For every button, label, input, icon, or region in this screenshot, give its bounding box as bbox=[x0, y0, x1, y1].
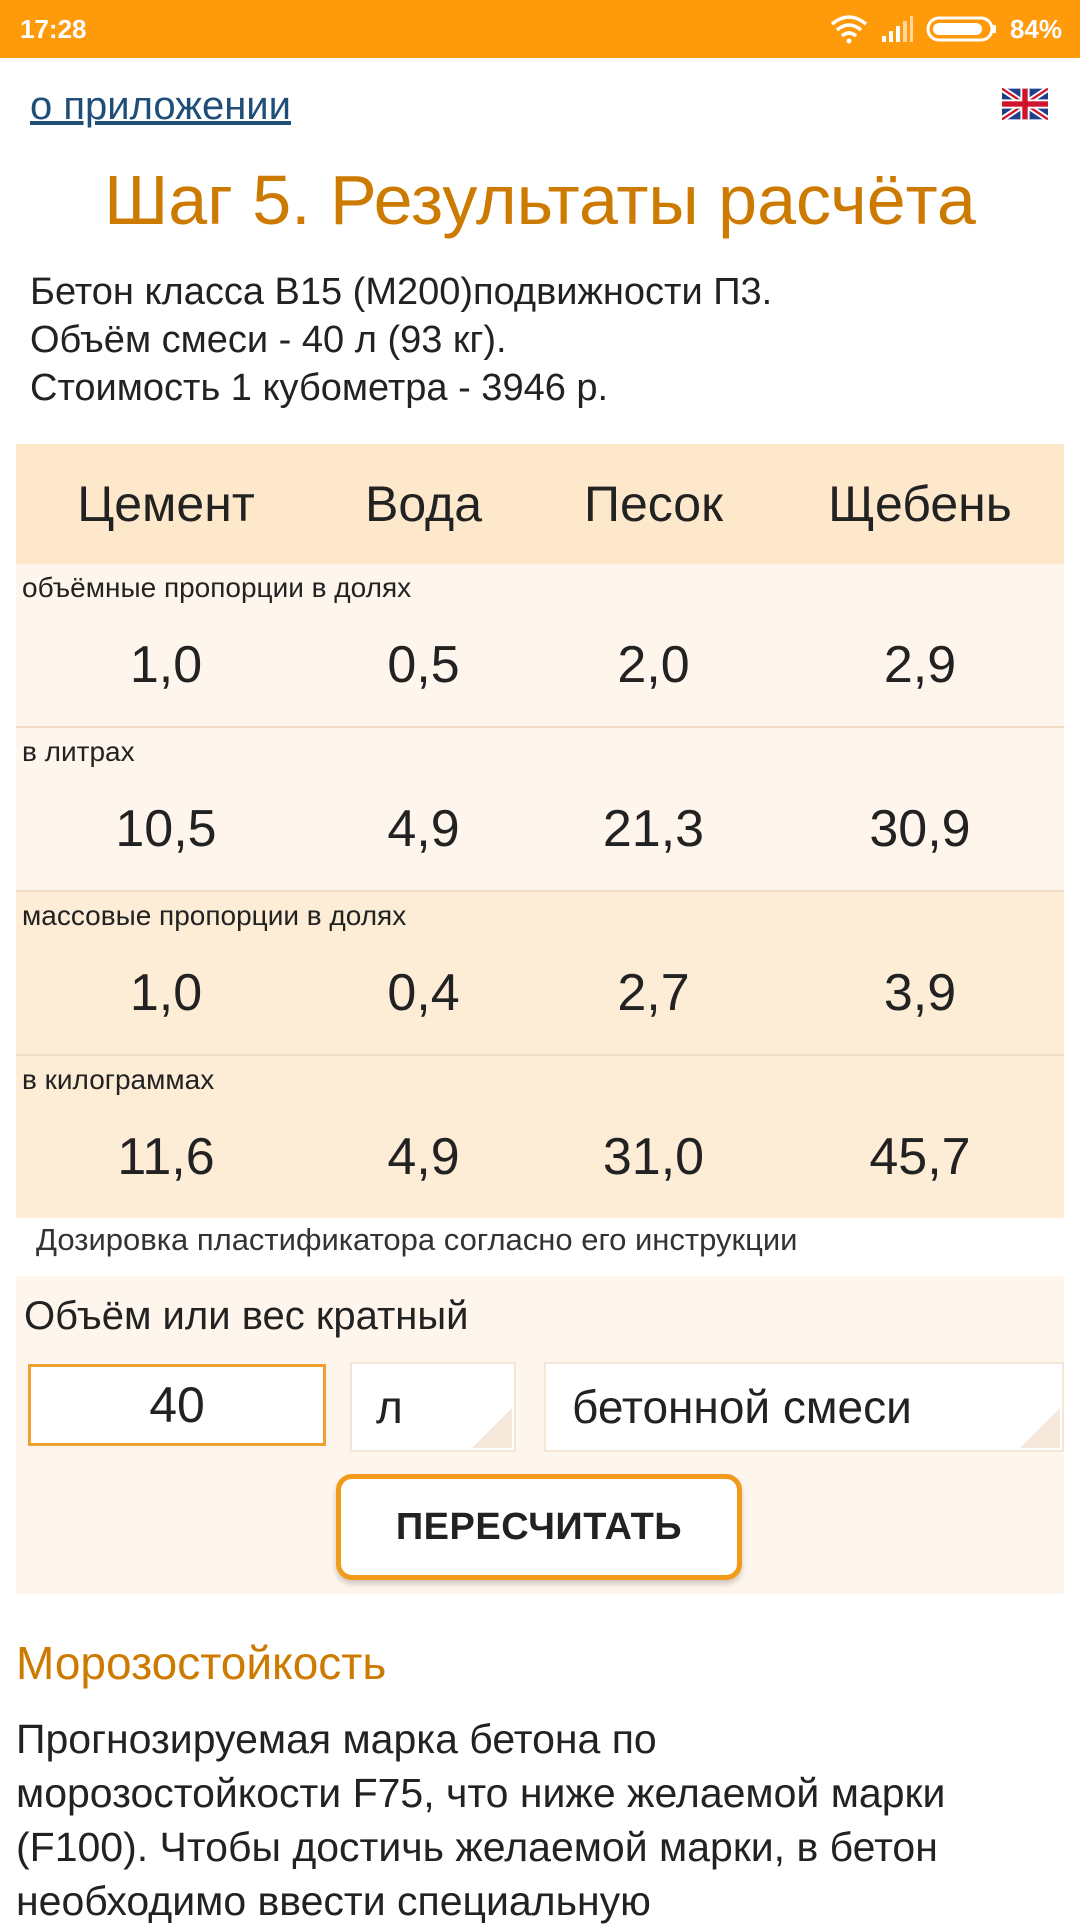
value-gravel: 2,9 bbox=[883, 636, 957, 694]
signal-icon bbox=[881, 16, 913, 42]
dropdown-corner-icon bbox=[472, 1408, 512, 1448]
recalc-panel: Объём или вес кратный л бетонной смеси П… bbox=[16, 1276, 1064, 1594]
value-cement: 10,5 bbox=[115, 800, 217, 858]
section-volume-proportions: объёмные пропорции в долях 1,0 0,5 2,0 2… bbox=[16, 564, 1064, 728]
column-header-gravel: Щебень bbox=[828, 476, 1012, 532]
value-water: 0,4 bbox=[387, 964, 460, 1022]
summary-concrete-class: Бетон класса В15 (М200)подвижности П3. bbox=[30, 271, 773, 313]
target-select[interactable]: бетонной смеси bbox=[544, 1362, 1064, 1452]
frost-resistance-text: Прогнозируемая марка бетона по морозосто… bbox=[16, 1712, 1066, 1928]
status-icons: 84% bbox=[830, 14, 1062, 45]
results-table: Цемент Вода Песок Щебень объёмные пропор… bbox=[16, 444, 1064, 1218]
value-cement: 11,6 bbox=[117, 1128, 215, 1186]
unit-select-value: л bbox=[376, 1381, 403, 1433]
page-title: Шаг 5. Результаты расчёта bbox=[104, 161, 976, 239]
value-sand: 2,7 bbox=[617, 964, 690, 1022]
section-kilograms: в килограммах 11,6 4,9 31,0 45,7 bbox=[16, 1056, 1064, 1218]
table-header: Цемент Вода Песок Щебень bbox=[16, 444, 1064, 564]
column-header-water: Вода bbox=[364, 476, 483, 532]
recalculate-button[interactable]: ПЕРЕСЧИТАТЬ bbox=[336, 1474, 742, 1580]
summary-mix-volume: Объём смеси - 40 л (93 кг). bbox=[30, 319, 507, 361]
value-water: 0,5 bbox=[387, 636, 460, 694]
table-row: 1,0 0,5 2,0 2,9 bbox=[16, 622, 1064, 708]
value-water: 4,9 bbox=[387, 800, 460, 858]
amount-input[interactable] bbox=[28, 1364, 326, 1446]
calculation-summary: Бетон класса В15 (М200)подвижности П3. О… bbox=[30, 268, 1060, 412]
value-gravel: 3,9 bbox=[883, 964, 957, 1022]
value-gravel: 30,9 bbox=[869, 800, 971, 858]
value-gravel: 45,7 bbox=[869, 1128, 971, 1186]
table-row: 1,0 0,4 2,7 3,9 bbox=[16, 950, 1064, 1036]
value-cement: 1,0 bbox=[129, 964, 203, 1022]
dropdown-corner-icon bbox=[1020, 1408, 1060, 1448]
frost-text-line: (F100). Чтобы достичь желаемой марки, в … bbox=[16, 1824, 938, 1870]
column-header-sand: Песок bbox=[584, 476, 723, 532]
battery-percent: 84% bbox=[1009, 13, 1062, 44]
wifi-icon bbox=[830, 15, 868, 44]
recalc-label: Объём или вес кратный bbox=[24, 1294, 469, 1338]
section-caption: объёмные пропорции в долях bbox=[22, 572, 412, 603]
uk-flag-icon[interactable] bbox=[1002, 88, 1048, 120]
value-sand: 21,3 bbox=[602, 800, 705, 858]
battery-icon bbox=[926, 16, 996, 42]
value-water: 4,9 bbox=[387, 1128, 460, 1186]
plasticizer-note: Дозировка пластификатора согласно его ин… bbox=[36, 1222, 798, 1257]
table-row: 11,6 4,9 31,0 45,7 bbox=[16, 1114, 1064, 1200]
frost-resistance-title: Морозостойкость bbox=[16, 1637, 387, 1689]
value-sand: 31,0 bbox=[602, 1128, 705, 1186]
table-row: 10,5 4,9 21,3 30,9 bbox=[16, 786, 1064, 872]
target-select-value: бетонной смеси bbox=[572, 1381, 912, 1433]
frost-text-line: Прогнозируемая марка бетона по bbox=[16, 1716, 657, 1762]
section-caption: в килограммах bbox=[22, 1064, 215, 1095]
summary-cost: Стоимость 1 кубометра - 3946 р. bbox=[30, 367, 609, 409]
status-time: 17:28 bbox=[20, 13, 87, 44]
frost-text-line: морозостойкости F75, что ниже желаемой м… bbox=[16, 1770, 946, 1816]
section-caption: массовые пропорции в долях bbox=[22, 900, 407, 931]
section-mass-proportions: массовые пропорции в долях 1,0 0,4 2,7 3… bbox=[16, 892, 1064, 1056]
unit-select[interactable]: л bbox=[350, 1362, 516, 1452]
value-sand: 2,0 bbox=[617, 636, 690, 694]
status-bar: 17:28 84% bbox=[0, 0, 1080, 58]
column-header-cement: Цемент bbox=[77, 476, 255, 532]
section-caption: в литрах bbox=[22, 736, 135, 767]
value-cement: 1,0 bbox=[129, 636, 203, 694]
section-liters: в литрах 10,5 4,9 21,3 30,9 bbox=[16, 728, 1064, 892]
about-app-link[interactable]: о приложении bbox=[30, 84, 291, 129]
